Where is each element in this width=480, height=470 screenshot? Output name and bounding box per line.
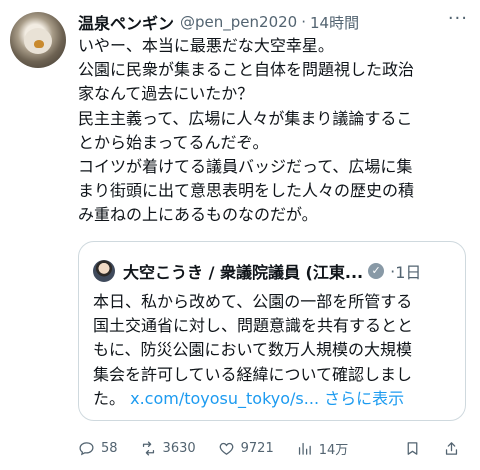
avatar-beak	[34, 40, 44, 48]
quoted-time: 1日	[395, 263, 422, 282]
like-count: 9721	[240, 440, 274, 456]
bookmark-button[interactable]	[404, 440, 427, 457]
views-icon	[298, 442, 311, 455]
quoted-author-avatar	[93, 260, 115, 282]
quoted-tweet-header: 大空こうき / 衆議院議員 (江東... ✓ · 1日	[123, 258, 455, 284]
show-more-link[interactable]: さらに表示	[324, 389, 404, 408]
quoted-tweet-text: 本日、私から改めて、公園の一部を所管する 国土交通省に対し、問題意識を共有すると…	[93, 290, 459, 411]
tweet-line: 民主主義って、広場に人々が集まり議論するこ	[78, 108, 413, 128]
repost-icon	[142, 440, 154, 456]
repost-button[interactable]: 3630	[140, 440, 196, 457]
reply-count: 58	[101, 440, 118, 456]
quoted-line-last: た。 x.com/toyosu_tokyo/s... さらに表示	[93, 387, 459, 411]
tweet-line: 公園に民衆が集まること自体を問題視した政治	[78, 60, 415, 80]
author-avatar[interactable]	[10, 12, 66, 68]
tweet-line: コイツが着けてる議員バッジだって、広場に集	[78, 157, 413, 177]
like-button[interactable]: 9721	[218, 440, 274, 457]
like-icon	[219, 442, 233, 455]
tweet-card[interactable]: 温泉ペンギン @pen_pen2020 · 14時間 ··· いやー、本当に最悪…	[0, 0, 480, 470]
quoted-line: 国土交通省に対し、問題意識を共有するとと	[93, 316, 414, 336]
quoted-author-name: 大空こうき / 衆議院議員 (江東...	[123, 263, 364, 282]
quoted-tweet[interactable]: 大空こうき / 衆議院議員 (江東... ✓ · 1日 本日、私から改めて、公園…	[78, 241, 466, 421]
tweet-line: み重ねの上にあるものなのだが。	[78, 205, 318, 225]
author-name[interactable]: 温泉ペンギン	[78, 10, 174, 34]
bookmark-icon	[407, 441, 418, 455]
quoted-line: 本日、私から改めて、公園の一部を所管する	[93, 292, 413, 311]
tweet-line: まり街頭に出て意思表明をした人々の歴史の積	[78, 181, 415, 201]
header-separator: ·	[301, 13, 306, 31]
tweet-line: いやー、本当に最悪だな大空幸星。	[78, 36, 334, 55]
views-count: 14万	[318, 442, 349, 458]
quoted-line: 集会を許可している経緯について確認しまし	[93, 364, 413, 384]
author-handle[interactable]: @pen_pen2020	[180, 13, 297, 31]
more-icon[interactable]: ···	[448, 8, 468, 29]
share-icon	[445, 441, 458, 455]
reply-icon	[79, 441, 94, 455]
views-button[interactable]: 14万	[296, 439, 349, 458]
tweet-header: 温泉ペンギン @pen_pen2020 · 14時間 ···	[78, 8, 468, 34]
quoted-line: もに、防災公園において数万人規模の大規模	[93, 340, 413, 360]
tweet-time[interactable]: 14時間	[310, 12, 359, 33]
action-bar: 58 3630 9721 14万	[78, 437, 470, 459]
share-button[interactable]	[443, 440, 466, 457]
verified-icon: ✓	[368, 263, 385, 279]
tweet-line: とから始まってるんだぞ。	[78, 132, 269, 152]
tweet-line: 家なんて過去にいたか？	[78, 84, 254, 104]
repost-count: 3630	[162, 440, 196, 456]
quoted-link[interactable]: x.com/toyosu_tokyo/s...	[130, 389, 319, 408]
quoted-last-text: た。	[93, 388, 126, 408]
tweet-text: いやー、本当に最悪だな大空幸星。 公園に民衆が集まること自体を問題視した政治 家…	[78, 34, 470, 228]
reply-button[interactable]: 58	[78, 440, 118, 457]
